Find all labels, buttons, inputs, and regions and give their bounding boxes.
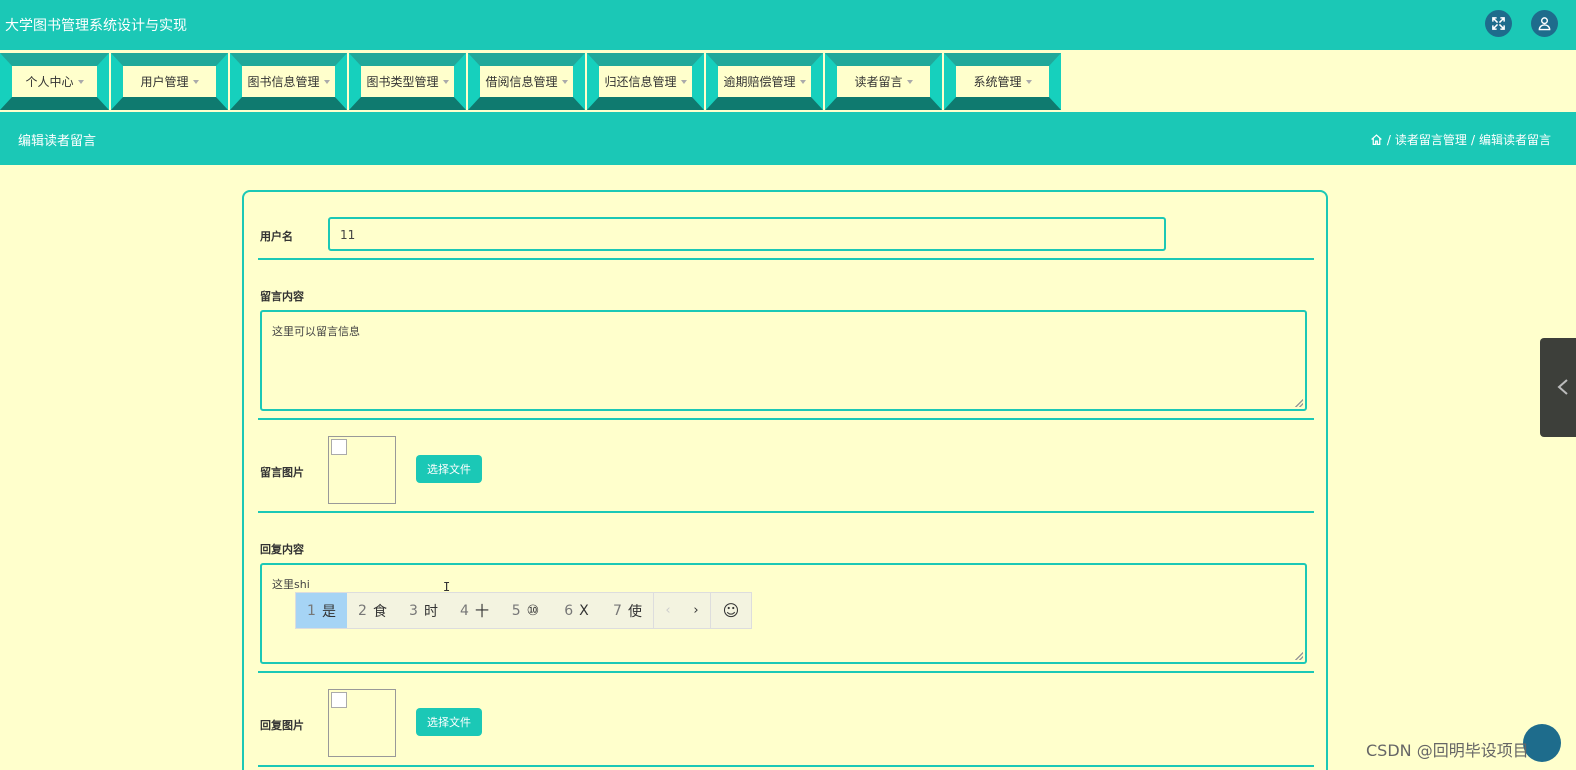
user-icon xyxy=(1538,17,1551,31)
reply-content-label: 回复内容 xyxy=(260,543,304,556)
divider xyxy=(258,258,1314,260)
reply-image-label: 回复图片 xyxy=(260,719,304,732)
nav-item-book-type[interactable]: 图书类型管理 xyxy=(349,53,466,110)
breadcrumb-item-current: 编辑读者留言 xyxy=(1478,133,1551,147)
divider xyxy=(258,765,1314,767)
message-image-preview xyxy=(328,436,396,504)
user-menu-button[interactable] xyxy=(1531,10,1558,37)
page-header: 编辑读者留言 / 读者留言管理 / 编辑读者留言 xyxy=(0,112,1576,165)
caret-down-icon xyxy=(906,79,913,84)
resize-grip-icon[interactable] xyxy=(1295,652,1303,660)
ime-prev-page-icon[interactable]: ‹ xyxy=(654,593,682,628)
breadcrumb-separator: / xyxy=(1470,132,1475,147)
ime-candidate[interactable]: 6X xyxy=(551,593,602,628)
ime-candidate[interactable]: 3时 xyxy=(398,593,449,628)
caret-down-icon xyxy=(680,79,687,84)
ime-candidate[interactable]: 4十 xyxy=(449,593,500,628)
ime-emoji-icon[interactable]: ☺ xyxy=(711,593,751,628)
nav-item-reader-messages[interactable]: 读者留言 xyxy=(825,53,942,110)
home-icon[interactable] xyxy=(1370,133,1383,146)
fullscreen-icon xyxy=(1492,17,1505,30)
broken-image-icon xyxy=(331,692,347,708)
top-bar: 大学图书管理系统设计与实现 xyxy=(0,0,1576,50)
ime-candidate[interactable]: 1是 xyxy=(296,593,347,628)
nav-item-system-management[interactable]: 系统管理 xyxy=(944,53,1061,110)
caret-down-icon xyxy=(77,79,84,84)
caret-down-icon xyxy=(799,79,806,84)
nav-item-borrow-info[interactable]: 借阅信息管理 xyxy=(468,53,585,110)
breadcrumb-item-message-management[interactable]: 读者留言管理 xyxy=(1395,131,1467,148)
nav-item-overdue-compensation[interactable]: 逾期赔偿管理 xyxy=(706,53,823,110)
divider xyxy=(258,671,1314,673)
divider xyxy=(258,511,1314,513)
breadcrumb: / 读者留言管理 / 编辑读者留言 xyxy=(1370,131,1551,148)
breadcrumb-separator: / xyxy=(1386,132,1391,147)
edit-form: 用户名 11 留言内容 这里可以留言信息 留言图片 选择文件 回复内容 这里sh… xyxy=(242,190,1328,770)
ime-next-page-icon[interactable]: › xyxy=(682,593,710,628)
reply-image-choose-file-button[interactable]: 选择文件 xyxy=(416,708,482,736)
caret-down-icon xyxy=(323,79,330,84)
username-input[interactable]: 11 xyxy=(328,217,1166,251)
side-panel-toggle[interactable] xyxy=(1540,338,1576,437)
page-title: 编辑读者留言 xyxy=(18,134,97,149)
message-image-label: 留言图片 xyxy=(260,466,304,479)
main-nav: 个人中心 用户管理 图书信息管理 图书类型管理 借阅信息管理 归还信息管理 逾期… xyxy=(0,50,1576,112)
nav-item-user-management[interactable]: 用户管理 xyxy=(111,53,228,110)
resize-grip-icon[interactable] xyxy=(1295,399,1303,407)
reply-image-preview xyxy=(328,689,396,757)
message-content-label: 留言内容 xyxy=(260,290,304,303)
fullscreen-button[interactable] xyxy=(1485,10,1512,37)
nav-item-book-info[interactable]: 图书信息管理 xyxy=(230,53,347,110)
watermark: CSDN @回明毕设项目 xyxy=(1366,741,1529,760)
divider xyxy=(258,418,1314,420)
nav-item-personal-center[interactable]: 个人中心 xyxy=(0,53,109,110)
message-image-choose-file-button[interactable]: 选择文件 xyxy=(416,455,482,483)
text-cursor-icon: I xyxy=(443,580,451,594)
ime-candidate[interactable]: 7使 xyxy=(602,593,653,628)
app-title: 大学图书管理系统设计与实现 xyxy=(5,18,187,34)
caret-down-icon xyxy=(442,79,449,84)
caret-down-icon xyxy=(192,79,199,84)
username-label: 用户名 xyxy=(260,230,293,243)
caret-down-icon xyxy=(1025,79,1032,84)
ime-candidate[interactable]: 5⑩ xyxy=(500,593,551,628)
broken-image-icon xyxy=(331,439,347,455)
caret-down-icon xyxy=(561,79,568,84)
message-content-textarea[interactable]: 这里可以留言信息 xyxy=(260,310,1307,411)
chevron-left-icon xyxy=(1557,379,1568,395)
ime-candidate[interactable]: 2食 xyxy=(347,593,398,628)
ime-candidate-bar: 1是 2食 3时 4十 5⑩ 6X 7使 ‹ › ☺ xyxy=(295,592,752,629)
nav-item-return-info[interactable]: 归还信息管理 xyxy=(587,53,704,110)
